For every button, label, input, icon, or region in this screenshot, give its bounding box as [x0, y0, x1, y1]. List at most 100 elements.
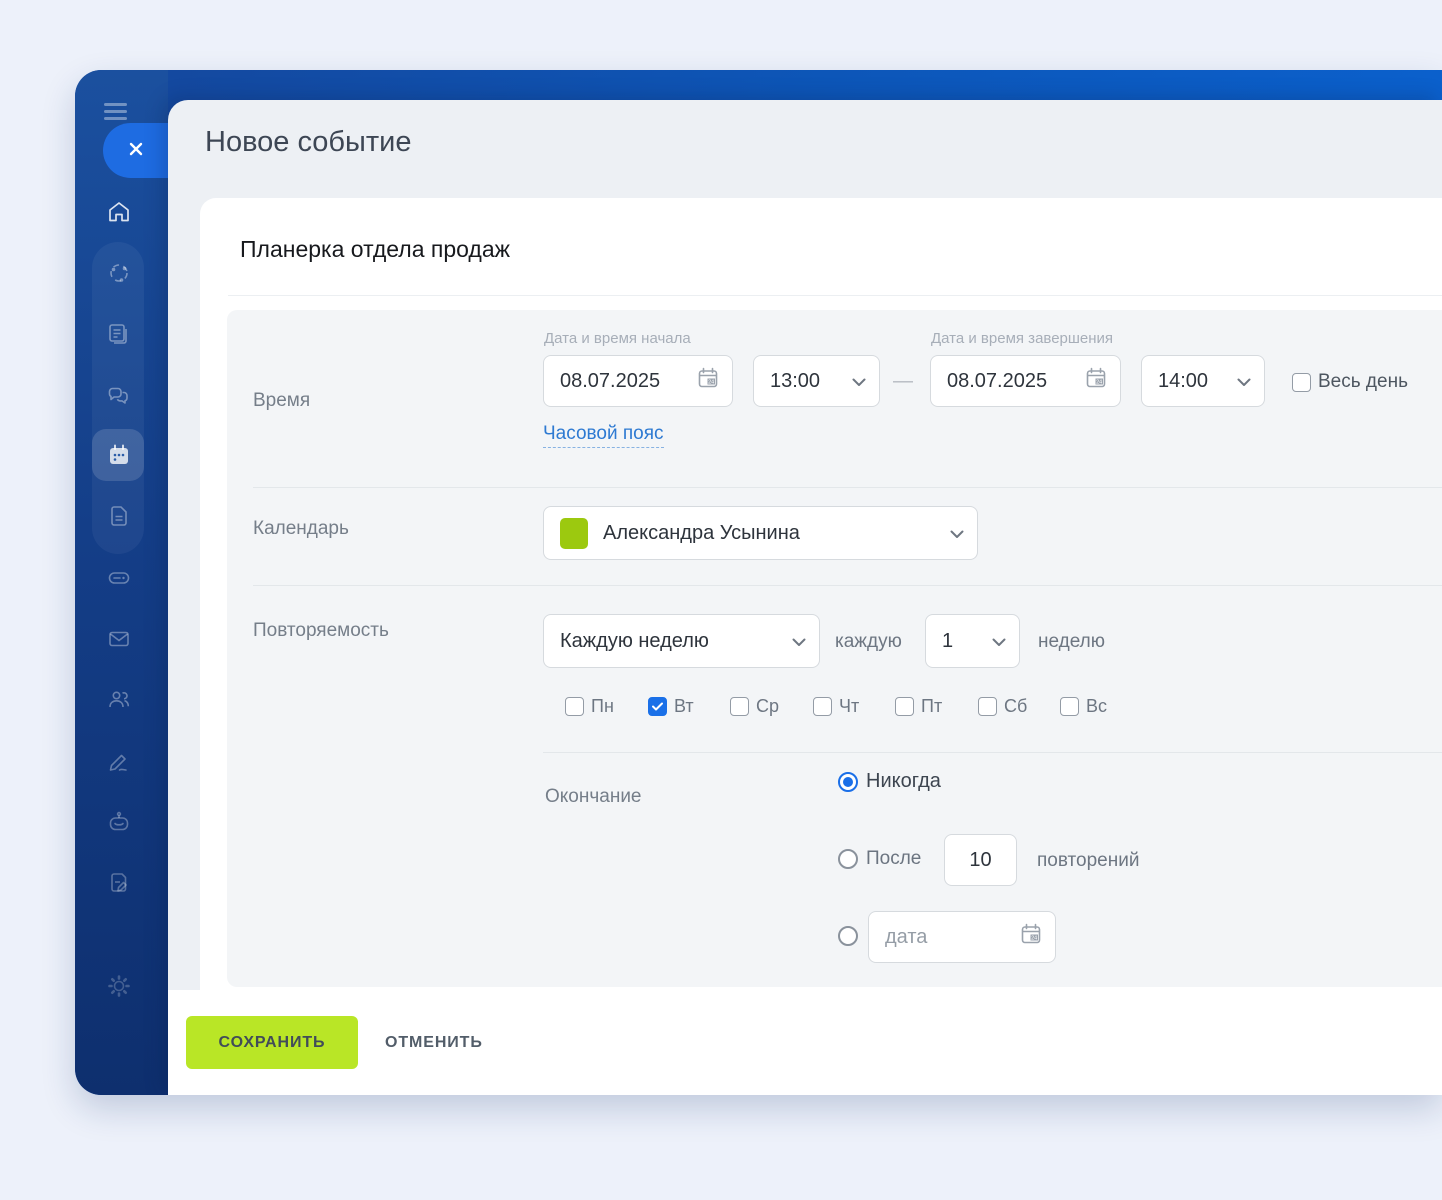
weekday-toggle[interactable]: Вт — [648, 696, 694, 717]
repeat-frequency-value: Каждую неделю — [560, 630, 792, 653]
divider — [253, 487, 1442, 488]
end-never-option[interactable]: Никогда — [838, 770, 941, 793]
end-date-input[interactable]: дата 24 — [868, 911, 1056, 963]
weekday-checkbox[interactable] — [565, 697, 584, 716]
all-day-checkbox[interactable] — [1292, 373, 1311, 392]
end-time-value: 14:00 — [1158, 370, 1237, 393]
chevron-down-icon — [950, 522, 964, 545]
end-after-count-value: 10 — [969, 849, 991, 872]
sidebar-item-home[interactable] — [106, 199, 132, 225]
weekday-checkbox[interactable] — [978, 697, 997, 716]
end-row-label: Окончание — [545, 786, 642, 808]
form-panel: Время Дата и время начала 08.07.2025 24 … — [227, 310, 1442, 987]
weekday-checkbox[interactable] — [730, 697, 749, 716]
end-date-radio[interactable] — [838, 926, 858, 946]
weekday-toggle[interactable]: Чт — [813, 696, 859, 717]
sidebar-item-documents[interactable] — [106, 503, 132, 529]
weekday-toggle[interactable]: Пн — [565, 696, 614, 717]
sidebar-item-feed[interactable] — [106, 321, 132, 347]
end-after-radio[interactable] — [838, 849, 858, 869]
weekday-toggle[interactable]: Пт — [895, 696, 942, 717]
sidebar-item-people[interactable] — [106, 687, 132, 713]
drive-icon — [106, 565, 132, 591]
repeat-every-label: каждую — [835, 631, 902, 653]
chat-icon — [106, 382, 132, 408]
save-button[interactable]: СОХРАНИТЬ — [186, 1016, 358, 1069]
svg-text:24: 24 — [1096, 379, 1102, 385]
weekday-checkbox[interactable] — [813, 697, 832, 716]
timezone-link[interactable]: Часовой пояс — [543, 423, 664, 448]
weekday-label: Сб — [1004, 696, 1027, 717]
end-after-option[interactable]: После — [838, 848, 921, 870]
chevron-down-icon — [992, 630, 1006, 653]
document-icon — [106, 503, 132, 529]
event-form-card: Планерка отдела продаж Время Дата и врем… — [200, 198, 1442, 1095]
end-time-select[interactable]: 14:00 — [1141, 355, 1265, 407]
repeat-interval-select[interactable]: 1 — [925, 614, 1020, 668]
chevron-down-icon — [792, 630, 806, 653]
weekday-toggle[interactable]: Ср — [730, 696, 779, 717]
mail-icon — [106, 626, 132, 652]
end-datetime-label: Дата и время завершения — [931, 330, 1113, 347]
divider — [228, 295, 1442, 296]
sidebar-item-tasks[interactable] — [106, 870, 132, 896]
start-date-field[interactable]: 08.07.2025 24 — [543, 355, 733, 407]
sidebar-item-network[interactable] — [106, 260, 132, 286]
sidebar-item-calendar[interactable] — [106, 442, 132, 468]
news-feed-icon — [106, 321, 132, 347]
all-day-toggle[interactable]: Весь день — [1292, 371, 1408, 393]
repeat-unit-label: неделю — [1038, 631, 1105, 653]
all-day-label: Весь день — [1318, 371, 1408, 393]
weekday-label: Ср — [756, 696, 779, 717]
chevron-down-icon — [852, 370, 866, 393]
calendar-color-swatch — [560, 518, 588, 549]
menu-icon[interactable] — [104, 103, 127, 124]
cancel-button[interactable]: ОТМЕНИТЬ — [385, 1016, 483, 1069]
start-date-value: 08.07.2025 — [560, 370, 697, 393]
weekday-toggle[interactable]: Вс — [1060, 696, 1107, 717]
start-datetime-label: Дата и время начала — [544, 330, 691, 347]
calendar-select-value: Александра Усынина — [603, 522, 950, 545]
repeat-interval-value: 1 — [942, 630, 992, 653]
event-modal: Новое событие Планерка отдела продаж Вре… — [168, 100, 1442, 1095]
end-after-count-input[interactable]: 10 — [944, 834, 1017, 886]
calendar-select[interactable]: Александра Усынина — [543, 506, 978, 560]
robot-icon — [106, 809, 132, 835]
calendar-icon — [106, 442, 132, 468]
weekday-label: Пн — [591, 696, 614, 717]
event-name-input[interactable]: Планерка отдела продаж — [240, 236, 510, 263]
weekday-label: Чт — [839, 696, 859, 717]
end-never-label: Никогда — [866, 770, 941, 793]
sidebar-item-settings[interactable] — [106, 973, 132, 999]
weekday-checkbox[interactable] — [648, 697, 667, 716]
home-icon — [106, 199, 132, 225]
chevron-down-icon — [1237, 370, 1251, 393]
time-range-dash: — — [893, 370, 913, 393]
weekday-checkbox[interactable] — [895, 697, 914, 716]
end-date-field[interactable]: 08.07.2025 24 — [930, 355, 1121, 407]
sidebar-item-mail[interactable] — [106, 626, 132, 652]
sidebar-item-chat[interactable] — [106, 382, 132, 408]
end-date-option[interactable] — [838, 926, 858, 946]
divider — [253, 585, 1442, 586]
start-time-select[interactable]: 13:00 — [753, 355, 880, 407]
sidebar-item-bot[interactable] — [106, 809, 132, 835]
sidebar-item-edit[interactable] — [106, 748, 132, 774]
end-never-radio[interactable] — [838, 772, 858, 792]
start-time-value: 13:00 — [770, 370, 852, 393]
weekday-label: Пт — [921, 696, 942, 717]
sidebar-item-drive[interactable] — [106, 565, 132, 591]
repeat-row-label: Повторяемость — [253, 620, 389, 642]
close-icon — [126, 139, 146, 162]
calendar-row-label: Календарь — [253, 518, 349, 540]
repeat-frequency-select[interactable]: Каждую неделю — [543, 614, 820, 668]
app-window: Новое событие Планерка отдела продаж Вре… — [75, 70, 1442, 1095]
people-icon — [106, 687, 132, 713]
task-document-icon — [106, 870, 132, 896]
weekday-label: Вт — [674, 696, 694, 717]
weekday-checkbox[interactable] — [1060, 697, 1079, 716]
calendar-24-icon: 24 — [1020, 923, 1042, 951]
weekday-toggle[interactable]: Сб — [978, 696, 1027, 717]
pencil-icon — [106, 748, 132, 774]
close-slider-button[interactable] — [103, 123, 168, 178]
